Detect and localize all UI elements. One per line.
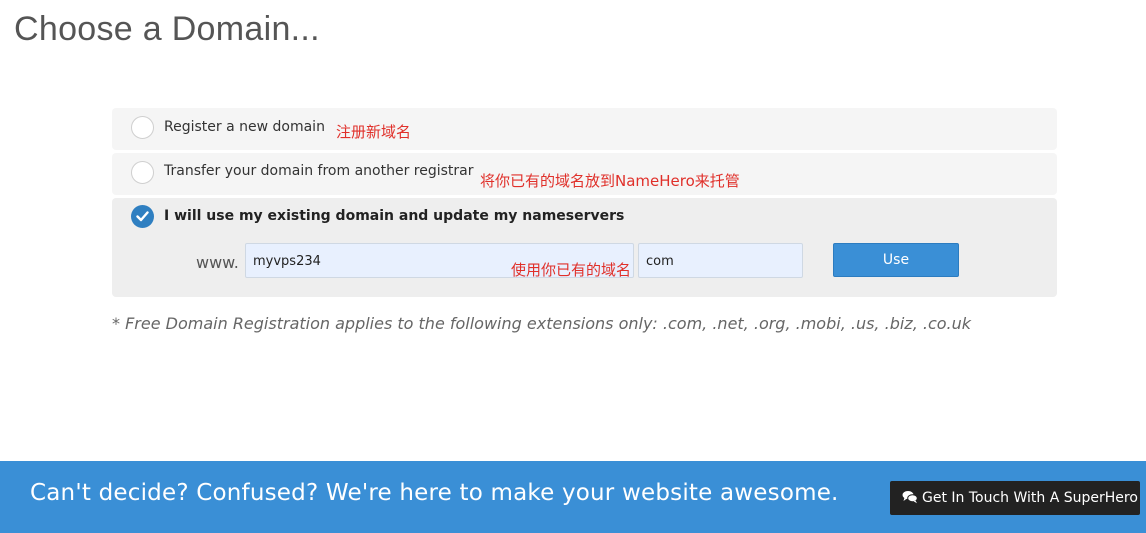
option-label-existing[interactable]: I will use my existing domain and update…: [164, 208, 624, 224]
tld-input[interactable]: com: [638, 243, 803, 278]
page-title: Choose a Domain...: [14, 10, 320, 48]
get-in-touch-button[interactable]: Get In Touch With A SuperHero: [890, 481, 1140, 515]
get-in-touch-label: Get In Touch With A SuperHero: [922, 490, 1138, 506]
annotation-transfer: 将你已有的域名放到NameHero来托管: [480, 172, 740, 190]
option-label-transfer[interactable]: Transfer your domain from another regist…: [164, 163, 474, 179]
check-icon: [136, 211, 149, 222]
annotation-existing: 使用你已有的域名: [511, 261, 632, 279]
radio-transfer-domain[interactable]: [131, 161, 154, 184]
radio-register-new-domain[interactable]: [131, 116, 154, 139]
cta-text: Can't decide? Confused? We're here to ma…: [30, 480, 839, 506]
comments-icon: [902, 490, 918, 503]
radio-use-existing-domain[interactable]: [131, 205, 154, 228]
annotation-register: 注册新域名: [336, 123, 412, 141]
option-label-register[interactable]: Register a new domain: [164, 119, 325, 135]
free-domain-footnote: * Free Domain Registration applies to th…: [112, 314, 972, 333]
cta-banner: Can't decide? Confused? We're here to ma…: [0, 461, 1146, 533]
use-button[interactable]: Use: [833, 243, 959, 277]
option-register-new-domain[interactable]: Register a new domain: [112, 108, 1057, 150]
www-prefix-label: www.: [196, 253, 239, 272]
